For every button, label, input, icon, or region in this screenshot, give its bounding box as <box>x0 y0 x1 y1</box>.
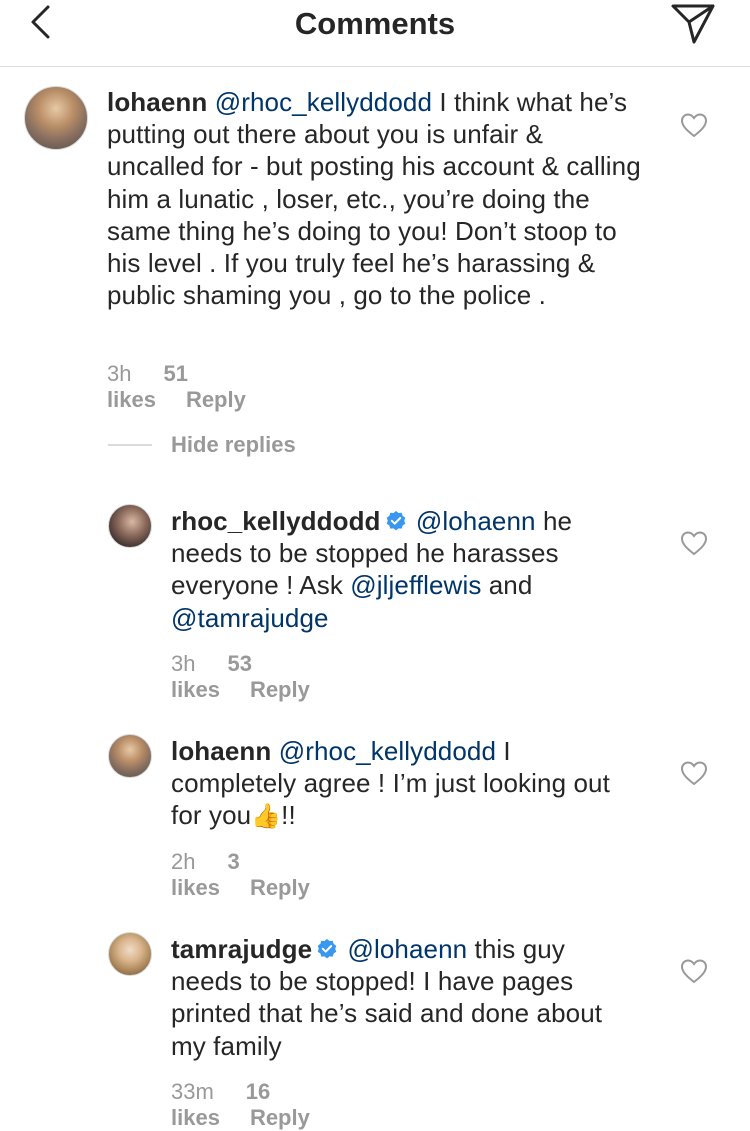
reply-meta: 33m 16 likes Reply <box>171 1079 340 1131</box>
thumbs-up-emoji: 👍 <box>251 803 282 831</box>
reply-time: 3h <box>171 651 196 676</box>
comment-body: I think what he’s putting out there abou… <box>107 87 641 311</box>
comment-text: lohaenn @rhoc_kellyddodd I think what he… <box>107 86 647 311</box>
avatar[interactable] <box>108 734 152 778</box>
reply-mention[interactable]: @jljefflewis <box>350 570 481 600</box>
reply-body: !! <box>281 800 296 831</box>
header-bar: Comments <box>0 0 750 67</box>
avatar[interactable] <box>24 86 88 150</box>
reply-text: tamrajudge @lohaenn this guy needs to be… <box>171 933 641 1062</box>
heart-outline-icon[interactable] <box>680 112 708 138</box>
comment-username[interactable]: lohaenn <box>107 87 207 117</box>
reply-button[interactable]: Reply <box>250 875 310 900</box>
comment-time: 3h <box>107 361 132 386</box>
page-title: Comments <box>294 6 456 41</box>
hide-replies-divider <box>108 444 152 446</box>
reply-button[interactable]: Reply <box>250 1105 310 1130</box>
verified-badge-icon <box>386 511 405 531</box>
heart-outline-icon[interactable] <box>680 958 708 984</box>
reply-time: 33m <box>171 1079 214 1104</box>
reply-mention[interactable]: @rhoc_kellyddodd <box>279 736 496 766</box>
reply-meta: 3h 53 likes Reply <box>171 651 340 703</box>
heart-outline-icon[interactable] <box>680 760 708 786</box>
comment-meta: 3h 51 likes Reply <box>107 361 276 413</box>
avatar[interactable] <box>108 932 152 976</box>
reply-mention[interactable]: @lohaenn <box>347 934 467 964</box>
paper-plane-icon[interactable] <box>668 0 718 46</box>
reply-text: lohaenn @rhoc_kellyddodd I completely ag… <box>171 735 641 834</box>
avatar[interactable] <box>108 504 152 548</box>
reply-text: rhoc_kellyddodd @lohaenn he needs to be … <box>171 505 641 634</box>
reply-time: 2h <box>171 849 196 874</box>
reply-mention[interactable]: @lohaenn <box>416 506 536 536</box>
reply-username[interactable]: lohaenn <box>171 736 271 766</box>
reply-meta: 2h 3 likes Reply <box>171 849 340 901</box>
hide-replies-button[interactable]: Hide replies <box>171 432 296 458</box>
verified-badge-icon <box>317 939 337 959</box>
reply-username[interactable]: tamrajudge <box>171 934 312 964</box>
reply-username[interactable]: rhoc_kellyddodd <box>171 506 381 536</box>
reply-button[interactable]: Reply <box>186 387 246 412</box>
heart-outline-icon[interactable] <box>680 530 708 556</box>
comment-mention[interactable]: @rhoc_kellyddodd <box>215 87 432 117</box>
reply-mention[interactable]: @tamrajudge <box>171 603 329 633</box>
reply-body: and <box>488 570 533 601</box>
reply-button[interactable]: Reply <box>250 677 310 702</box>
